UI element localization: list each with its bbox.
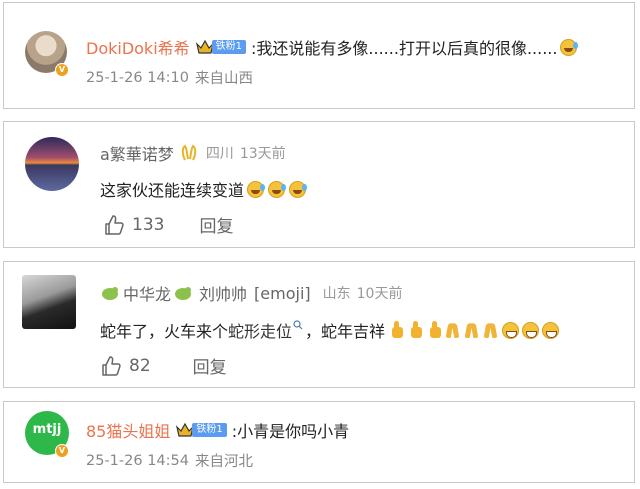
comment-location: 山东 (322, 286, 351, 302)
laugh-cry-emoji-icon (560, 38, 579, 56)
comment-text: 蛇年了，火车来个 (100, 322, 229, 341)
like-thumb-icon[interactable] (103, 214, 125, 236)
comment-username[interactable]: 中华龙 (123, 281, 171, 305)
verified-badge-icon: V (55, 444, 69, 458)
comment-location: 四川 (205, 146, 234, 162)
reply-button[interactable]: 回复 (193, 353, 227, 378)
mentioned-username[interactable]: 刘帅帅 (199, 281, 247, 305)
pray-emoji-icon (482, 321, 499, 339)
grin-emoji-icon (542, 321, 560, 339)
comment-text-suffix: ，蛇年吉祥 (305, 322, 386, 341)
fan-badge: 铁粉1 (175, 421, 227, 439)
like-thumb-icon[interactable] (100, 355, 122, 377)
grin-emoji-icon (522, 321, 540, 339)
comment-card-2: a繁華诺梦 四川 13天前 这家伙还能连续变道 133 回复 (3, 121, 635, 248)
pray-emoji-icon (463, 321, 480, 339)
comment-location: 来自山西 (195, 71, 253, 87)
comment-text: 这家伙还能连续变道 (100, 181, 245, 200)
comment-username[interactable]: DokiDoki希希 (86, 35, 190, 59)
grin-emoji-icon (502, 321, 520, 339)
user-avatar[interactable] (22, 275, 76, 329)
laugh-cry-emoji-icon (247, 180, 266, 198)
like-count: 133 (132, 214, 165, 235)
fan-badge-label: 铁粉1 (211, 40, 247, 54)
topic-link[interactable]: 蛇形走位 (228, 318, 292, 342)
thumbs-up-emoji-icon (406, 321, 423, 339)
rabbit-ears-icon (181, 144, 197, 161)
fan-badge: 铁粉1 (195, 38, 247, 56)
dragon-emoji-icon (175, 287, 192, 300)
avatar-text: mtjj (32, 421, 62, 437)
comment-username[interactable]: a繁華诺梦 (100, 141, 174, 165)
comment-username[interactable]: 85猫头姐姐 (86, 418, 170, 442)
comment-text: :小青是你吗小青 (231, 422, 350, 441)
comment-location: 来自河北 (195, 454, 253, 470)
search-icon[interactable] (293, 320, 303, 330)
laugh-cry-emoji-icon (289, 180, 308, 198)
comment-card-1: V DokiDoki希希 铁粉1 :我还说能有多像......打开以后真的很像.… (3, 2, 635, 109)
comment-card-3: 中华龙 刘帅帅 [emoji] 山东 10天前 蛇年了，火车来个 蛇形走位 ，蛇… (3, 261, 635, 388)
comment-time: 25-1-26 14:10 (86, 69, 189, 86)
emoji-tag: [emoji] (254, 283, 311, 303)
comment-time: 25-1-26 14:54 (86, 452, 189, 469)
user-avatar[interactable] (25, 137, 79, 191)
thumbs-up-emoji-icon (425, 321, 442, 339)
fan-badge-label: 铁粉1 (192, 423, 227, 437)
pray-emoji-icon (444, 321, 461, 339)
comment-card-4: mtjj V 85猫头姐姐 铁粉1 :小青是你吗小青 25-1-26 14:54… (3, 401, 635, 483)
thumbs-up-emoji-icon (387, 321, 404, 339)
comment-time: 10天前 (356, 286, 403, 302)
like-count: 82 (129, 355, 151, 376)
reply-button[interactable]: 回复 (199, 212, 233, 237)
verified-badge-icon: V (55, 63, 69, 77)
dragon-emoji-icon (102, 287, 118, 300)
comment-text: :我还说能有多像......打开以后真的很像...... (251, 39, 558, 58)
comment-time: 13天前 (239, 146, 286, 162)
laugh-cry-emoji-icon (268, 180, 287, 198)
